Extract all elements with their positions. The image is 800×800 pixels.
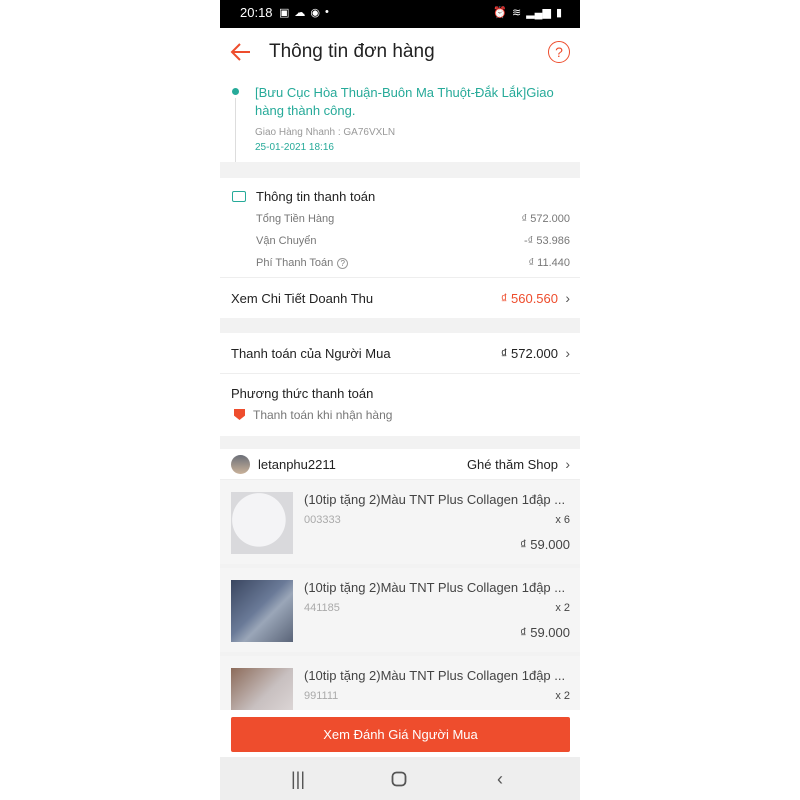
dot-icon: • [325,6,329,18]
cloud-icon: ☁ [294,7,306,19]
phone-screen: 20:18 ▣ ☁ ◉ • ⏰ ≋ ▂▄▆ ▮ Thông tin đơn hà… [220,0,580,800]
timeline-dot-icon [232,88,239,95]
payment-row-value: -₫ 53.986 [523,235,570,247]
recent-apps-icon[interactable]: ||| [286,767,310,791]
status-icons-right: ⏰ ≋ ▂▄▆ ▮ [493,6,562,19]
payment-row-label: Phí Thanh Toán [256,257,334,269]
payment-row-shipping: Vận Chuyển -₫ 53.986 [256,235,570,247]
status-time: 20:18 [240,5,273,20]
timeline-line [235,98,236,162]
payment-info: Thông tin thanh toán Tổng Tiền Hàng ₫ 57… [220,178,580,318]
shipping-status-text: [Bưu Cục Hòa Thuận-Buôn Ma Thuột-Đắk Lắk… [255,85,554,118]
bottom-bar: Xem Đánh Giá Người Mua [220,710,580,757]
product-image [231,492,293,554]
payment-title: Thông tin thanh toán [256,189,376,204]
buyer-payment-row[interactable]: Thanh toán của Người Mua ₫ 572.000 › [220,333,580,374]
shipping-status[interactable]: [Bưu Cục Hòa Thuận-Buôn Ma Thuột-Đắk Lắk… [220,76,580,162]
alarm-icon: ⏰ [493,7,507,19]
page-title: Thông tin đơn hàng [269,41,435,62]
shop-row[interactable]: letanphu2211 Ghé thăm Shop › [220,449,580,480]
payment-row-fee: Phí Thanh Toán? ₫ 11.440 [256,257,570,269]
product-name: (10tip tặng 2)Màu TNT Plus Collagen 1đập… [304,492,566,507]
product-quantity: x 6 [555,514,570,526]
payment-row-value: ₫ 11.440 [528,257,570,269]
image-icon: ▣ [279,7,290,19]
battery-icon: ▮ [555,7,562,19]
shipping-carrier: Giao Hàng Nhanh : GA76VXLN [255,127,396,138]
header: Thông tin đơn hàng ? [220,28,580,76]
status-icons-left: ▣ ☁ ◉ • [279,6,329,19]
chevron-right-icon: › [565,345,570,361]
help-icon[interactable]: ? [548,41,570,63]
wallet-icon [232,191,246,202]
product-item[interactable]: (10tip tặng 2)Màu TNT Plus Collagen 1đập… [220,656,580,730]
home-icon[interactable] [387,767,411,791]
shield-icon [234,409,245,420]
product-name: (10tip tặng 2)Màu TNT Plus Collagen 1đập… [304,580,566,595]
buyer-payment-label: Thanh toán của Người Mua [231,346,391,361]
signal-icon: ▂▄▆ [526,7,551,19]
payment-row-value: ₫ 572.000 [521,213,570,225]
product-variant: 003333 [304,514,341,526]
product-variant: 441185 [304,602,340,614]
status-bar: 20:18 ▣ ☁ ◉ • ⏰ ≋ ▂▄▆ ▮ [220,0,580,28]
product-price: ₫ 59.000 [519,625,570,640]
buyer-payment-value: ₫ 572.000 [500,346,558,361]
product-item[interactable]: (10tip tặng 2)Màu TNT Plus Collagen 1đập… [220,568,580,652]
product-name: (10tip tặng 2)Màu TNT Plus Collagen 1đập… [304,668,566,683]
shipping-timestamp: 25-01-2021 18:16 [255,142,334,153]
avatar [231,455,250,474]
product-quantity: x 2 [555,690,570,702]
payment-row-label: Vận Chuyển [256,235,317,247]
system-nav-bar: ||| ‹ [220,757,580,800]
payment-method-value: Thanh toán khi nhận hàng [253,408,393,422]
revenue-label: Xem Chi Tiết Doanh Thu [231,291,374,306]
product-item[interactable]: (10tip tặng 2)Màu TNT Plus Collagen 1đập… [220,480,580,564]
revenue-value: ₫ 560.560 [500,291,558,306]
product-variant: 991111 [304,690,339,702]
payment-method-title: Phương thức thanh toán [231,386,374,401]
back-arrow-icon[interactable] [230,41,252,63]
wifi-icon: ≋ [512,7,522,19]
payment-row-label: Tổng Tiền Hàng [256,213,335,225]
product-price: ₫ 59.000 [519,537,570,552]
payment-method: Phương thức thanh toán Thanh toán khi nh… [220,374,580,436]
shop-name: letanphu2211 [258,457,336,472]
visit-shop-button[interactable]: Ghé thăm Shop [467,457,558,472]
product-quantity: x 2 [555,602,570,614]
messenger-icon: ◉ [310,7,321,19]
chevron-right-icon: › [565,290,570,306]
back-icon[interactable]: ‹ [488,767,512,791]
payment-row-subtotal: Tổng Tiền Hàng ₫ 572.000 [256,213,570,225]
view-buyer-review-button[interactable]: Xem Đánh Giá Người Mua [231,717,570,752]
info-icon[interactable]: ? [337,258,349,269]
product-image [231,580,293,642]
revenue-detail-row[interactable]: Xem Chi Tiết Doanh Thu ₫ 560.560 › [220,277,580,319]
chevron-right-icon: › [565,456,570,472]
